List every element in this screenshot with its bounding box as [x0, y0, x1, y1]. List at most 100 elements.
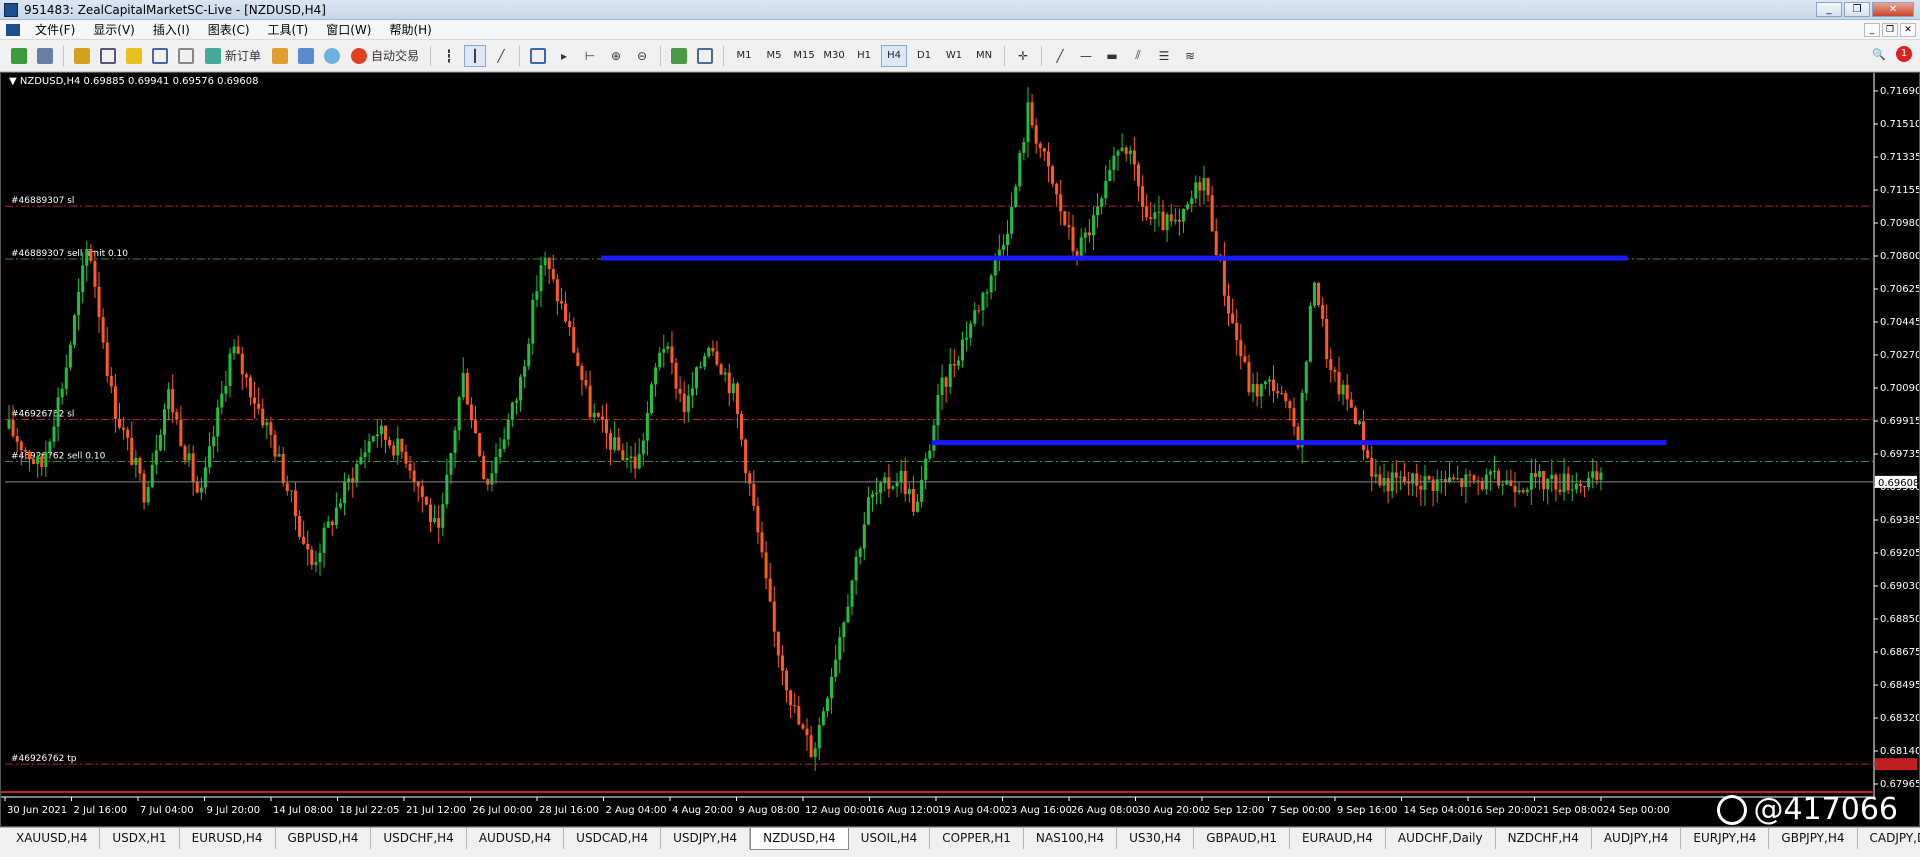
chart-tab-audchf-daily[interactable]: AUDCHF,Daily	[1386, 828, 1496, 849]
chart-tab-gbpjpy-h4[interactable]: GBPJPY,H4	[1769, 828, 1858, 849]
favorites-icon[interactable]	[123, 45, 145, 67]
candle-body	[150, 464, 154, 488]
candle-body	[298, 516, 302, 537]
fibo-fan-icon[interactable]: ≋	[1179, 45, 1201, 67]
chart-shift-icon[interactable]: ⊢	[579, 45, 601, 67]
rectangle-icon[interactable]: ▬	[1101, 45, 1123, 67]
market-watch-icon[interactable]	[71, 45, 93, 67]
crosshair-nav-icon[interactable]	[97, 45, 119, 67]
chart-tab-nzdusd-h4[interactable]: NZDUSD,H4	[750, 828, 849, 850]
timeframe-w1[interactable]: W1	[941, 45, 967, 67]
chart-tab-eurjpy-h4[interactable]: EURJPY,H4	[1681, 828, 1770, 849]
chart-minimize-button[interactable]: _	[1864, 22, 1880, 37]
chart-tab-usdjpy-h4[interactable]: USDJPY,H4	[661, 828, 751, 849]
ohlc-readout: NZDUSD,H4 0.69885 0.69941 0.69576 0.6960…	[19, 76, 259, 87]
fibonacci-icon[interactable]: ☰	[1153, 45, 1175, 67]
metaeditor-icon[interactable]	[269, 45, 291, 67]
chart-tab-usdcad-h4[interactable]: USDCAD,H4	[564, 828, 662, 849]
chart-tab-usoil-h4[interactable]: USOIL,H4	[849, 828, 931, 849]
chart-restore-button[interactable]: ❐	[1882, 22, 1898, 37]
menu-tools[interactable]: 工具(T)	[259, 21, 318, 38]
templates-icon[interactable]	[694, 45, 716, 67]
channel-icon[interactable]: ⫽	[1127, 45, 1149, 67]
watermark: @417066	[1717, 792, 1898, 827]
new-order-button[interactable]: 新订单	[201, 45, 265, 67]
timeframe-d1[interactable]: D1	[911, 45, 937, 67]
zoom-out-icon[interactable]: ⊖	[631, 45, 653, 67]
zoom-in-icon[interactable]: ⊕	[605, 45, 627, 67]
signals-icon[interactable]	[295, 45, 317, 67]
chart-window[interactable]: 0.71690 0.71510 0.71335 0.71155 0.70980 0.708…	[0, 72, 1920, 827]
chart-close-button[interactable]: ✕	[1900, 22, 1916, 37]
line-chart-icon[interactable]: ╱	[490, 45, 512, 67]
candle-body	[437, 518, 441, 528]
timeframe-m5[interactable]: M5	[761, 45, 787, 67]
menu-view[interactable]: 显示(V)	[84, 21, 144, 38]
terminal-icon[interactable]	[149, 45, 171, 67]
timeframe-h4[interactable]: H4	[881, 44, 908, 67]
candle-body	[879, 482, 883, 493]
profiles-icon[interactable]	[34, 45, 56, 67]
chart-tab-nas100-h4[interactable]: NAS100,H4	[1024, 828, 1118, 849]
candle-body	[1587, 477, 1591, 488]
candlestick-icon[interactable]: ┃	[464, 44, 487, 67]
chart-tab-cadjpy-daily[interactable]: CADJPY,Daily	[1858, 828, 1920, 849]
candle-body	[1529, 473, 1533, 490]
notifications-badge[interactable]: 1	[1896, 46, 1912, 62]
price-axis-label: 0.70800	[1880, 251, 1919, 262]
price-axis-label: 0.70445	[1880, 317, 1919, 328]
candle-body	[1210, 195, 1214, 232]
timeframe-m15[interactable]: M15	[791, 45, 817, 67]
chart-tab-xauusd-h4[interactable]: XAUUSD,H4	[4, 828, 101, 849]
menu-window[interactable]: 窗口(W)	[317, 21, 380, 38]
autoscroll-icon[interactable]: ▸	[553, 45, 575, 67]
horizontal-line-icon[interactable]: —	[1075, 45, 1097, 67]
candle-body	[273, 434, 277, 457]
crosshair-icon[interactable]: ✛	[1012, 45, 1034, 67]
chart-tab-copper-h1[interactable]: COPPER,H1	[930, 828, 1024, 849]
menu-help[interactable]: 帮助(H)	[380, 21, 440, 38]
price-axis-label: 0.71155	[1880, 185, 1919, 196]
candle-body	[1538, 471, 1542, 478]
menu-file[interactable]: 文件(F)	[26, 21, 84, 38]
trendline-icon[interactable]: ╱	[1049, 45, 1071, 67]
candle-body	[592, 412, 596, 418]
menu-insert[interactable]: 插入(I)	[144, 21, 199, 38]
maximize-button[interactable]: ❐	[1844, 2, 1870, 17]
candle-body	[1059, 194, 1063, 212]
candle-body	[666, 346, 670, 350]
bar-chart-icon[interactable]: ┇	[438, 45, 460, 67]
chart-window-icon[interactable]	[6, 23, 20, 36]
tester-icon[interactable]	[175, 45, 197, 67]
candle-body	[1198, 182, 1202, 191]
chart-tab-gbpusd-h4[interactable]: GBPUSD,H4	[276, 828, 372, 849]
chart-tab-audusd-h4[interactable]: AUDUSD,H4	[467, 828, 565, 849]
chart-tab-usdchf-h4[interactable]: USDCHF,H4	[371, 828, 467, 849]
new-chart-icon[interactable]	[8, 45, 30, 67]
auto-trading-button[interactable]: 自动交易	[347, 45, 423, 67]
chart-tab-euraud-h4[interactable]: EURAUD,H4	[1290, 828, 1386, 849]
timeframe-h1[interactable]: H1	[851, 45, 877, 67]
chart-tab-audjpy-h4[interactable]: AUDJPY,H4	[1592, 828, 1682, 849]
search-icon[interactable]: 🔍	[1872, 48, 1886, 61]
indicators-icon[interactable]	[668, 45, 690, 67]
minimize-button[interactable]: _	[1816, 2, 1842, 17]
timeframe-mn[interactable]: MN	[971, 45, 997, 67]
timeframe-m30[interactable]: M30	[821, 45, 847, 67]
candle-body	[711, 347, 715, 352]
timeframe-m1[interactable]: M1	[731, 45, 757, 67]
chart-tab-us30-h4[interactable]: US30,H4	[1117, 828, 1195, 849]
market-icon[interactable]	[321, 45, 343, 67]
window-controls: _ ❐ ✕	[1816, 2, 1914, 17]
chart-tab-gbpaud-h1[interactable]: GBPAUD,H1	[1194, 828, 1290, 849]
menu-charts[interactable]: 图表(C)	[199, 21, 259, 38]
candle-body	[220, 393, 224, 408]
chart-grid-icon[interactable]	[527, 45, 549, 67]
chart-tab-nzdchf-h4[interactable]: NZDCHF,H4	[1496, 828, 1592, 849]
chart-tab-usdx-h1[interactable]: USDX,H1	[100, 828, 180, 849]
close-button[interactable]: ✕	[1872, 2, 1914, 17]
time-axis-label: 26 Aug 08:00	[1071, 805, 1138, 816]
chart-tab-eurusd-h4[interactable]: EURUSD,H4	[180, 828, 276, 849]
price-chart[interactable]: 0.71690 0.71510 0.71335 0.71155 0.70980 0.708…	[1, 73, 1919, 826]
candle-body	[224, 386, 228, 394]
